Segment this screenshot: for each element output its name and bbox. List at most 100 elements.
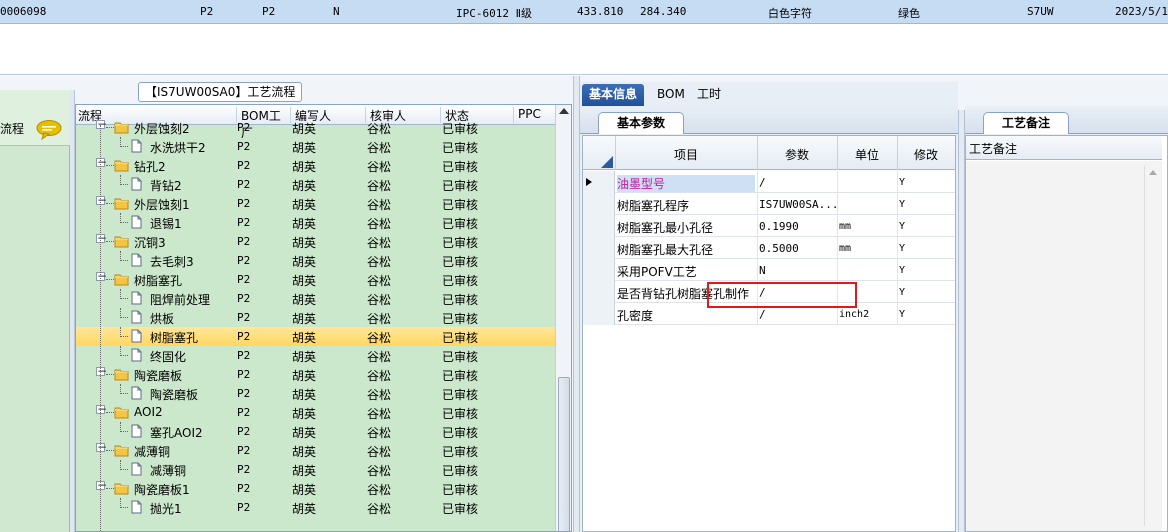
tree-cell-factory: P2 (237, 425, 251, 438)
tree-cell-status: 已审核 (442, 179, 479, 193)
tree-cell-writer: 胡英 (292, 483, 317, 497)
tree-row[interactable]: − 外层蚀刻2 P2 胡英 谷松 已审核 (76, 118, 556, 137)
tree-cell-factory: P2 (237, 254, 251, 267)
tree-row[interactable]: 终固化 P2 胡英 谷松 已审核 (76, 346, 556, 365)
param-value[interactable]: N (759, 264, 837, 277)
tree-row[interactable]: − 减薄铜 P2 胡英 谷松 已审核 (76, 441, 556, 460)
tree-node-label: 减薄铜 (134, 445, 171, 459)
middle-splitter[interactable] (573, 76, 580, 532)
process-flow-tree[interactable]: 流程 BOM工厂 编写人 核审人 状态 PPC − 外层蚀刻2 P2 胡英 谷松 已审核水… (75, 104, 572, 532)
tab-process-remarks[interactable]: 工艺备注 (983, 112, 1070, 134)
tree-row[interactable]: − AOI2 P2 胡英 谷松 已审核 (76, 403, 556, 422)
tab-basic-params[interactable]: 基本参数 (598, 112, 685, 134)
remarks-textarea[interactable] (966, 161, 1162, 531)
param-row[interactable]: 树脂塞孔最大孔径 0.5000 mm Y (583, 237, 955, 259)
tree-connector (106, 241, 114, 242)
tree-row[interactable]: − 陶瓷磨板1 P2 胡英 谷松 已审核 (76, 479, 556, 498)
tree-row[interactable]: 抛光1 P2 胡英 谷松 已审核 (76, 498, 556, 517)
header-item[interactable]: 项目 (615, 146, 757, 163)
row-indicator[interactable] (583, 215, 615, 237)
tree-row[interactable]: 去毛刺3 P2 胡英 谷松 已审核 (76, 251, 556, 270)
right-splitter[interactable] (958, 110, 965, 532)
param-value[interactable]: / (759, 176, 837, 189)
remarks-body: 工艺备注 (965, 135, 1168, 532)
param-modify-flag: Y (899, 243, 906, 254)
tree-row[interactable]: − 外层蚀刻1 P2 胡英 谷松 已审核 (76, 194, 556, 213)
tree-cell-reviewer: 谷松 (367, 464, 392, 478)
tree-cell-status: 已审核 (442, 464, 479, 478)
scroll-thumb[interactable] (558, 377, 570, 531)
tab-basic-info[interactable]: 基本信息 (582, 84, 645, 106)
corner-triangle-icon (601, 156, 613, 168)
tree-row[interactable]: 背钻2 P2 胡英 谷松 已审核 (76, 175, 556, 194)
cell-sep (757, 259, 758, 281)
tree-cell-writer: 胡英 (292, 293, 317, 307)
comment-icon[interactable] (36, 120, 62, 140)
row-indicator[interactable] (583, 259, 615, 281)
cell-sep (837, 193, 838, 215)
tree-cell-reviewer: 谷松 (367, 483, 392, 497)
tree-cell-writer: 胡英 (292, 331, 317, 345)
header-param[interactable]: 参数 (757, 146, 837, 163)
row-indicator[interactable] (583, 281, 615, 303)
cell-sep (897, 237, 898, 259)
tree-node-label: 陶瓷磨板1 (134, 483, 190, 497)
param-value[interactable]: / (759, 308, 837, 321)
tree-row[interactable]: 阻焊前处理 P2 胡英 谷松 已审核 (76, 289, 556, 308)
tree-vertical-scrollbar[interactable] (555, 105, 571, 531)
tree-row[interactable]: 退锡1 P2 胡英 谷松 已审核 (76, 213, 556, 232)
param-item-name: 树脂塞孔程序 (617, 199, 690, 213)
cell-width: 433.810 (577, 5, 624, 18)
cell-mask-color: 绿色 (898, 7, 920, 20)
cell-sep (837, 171, 838, 193)
tree-row[interactable]: 水洗烘干2 P2 胡英 谷松 已审核 (76, 137, 556, 156)
tree-cell-status: 已审核 (442, 483, 479, 497)
param-item-name: 树脂塞孔最大孔径 (617, 243, 714, 257)
tree-row[interactable]: − 钻孔2 P2 胡英 谷松 已审核 (76, 156, 556, 175)
params-grid[interactable]: 项目 参数 单位 修改 油墨型号 / Y 树脂塞孔程序 IS7UW00SA... Y 树脂塞… (582, 135, 956, 532)
param-value[interactable]: 0.1990 (759, 220, 837, 233)
param-row[interactable]: 树脂塞孔最小孔径 0.1990 mm Y (583, 215, 955, 237)
tree-cell-status: 已审核 (442, 122, 479, 136)
param-row[interactable]: 采用POFV工艺 N Y (583, 259, 955, 281)
tree-cell-writer: 胡英 (292, 426, 317, 440)
tree-row[interactable]: 塞孔AOI2 P2 胡英 谷松 已审核 (76, 422, 556, 441)
cell-sep (897, 303, 898, 325)
tree-row[interactable]: 陶瓷磨板 P2 胡英 谷松 已审核 (76, 384, 556, 403)
row-indicator[interactable] (583, 171, 615, 193)
tree-row[interactable]: − 陶瓷磨板 P2 胡英 谷松 已审核 (76, 365, 556, 384)
tree-row[interactable]: 树脂塞孔 P2 胡英 谷松 已审核 (76, 327, 556, 346)
folder-icon (114, 369, 129, 381)
param-row[interactable]: 树脂塞孔程序 IS7UW00SA... Y (583, 193, 955, 215)
cell-code: S7UW (1027, 5, 1054, 18)
row-indicator[interactable] (583, 193, 615, 215)
tree-row[interactable]: 减薄铜 P2 胡英 谷松 已审核 (76, 460, 556, 479)
remarks-vertical-scrollbar[interactable] (1144, 166, 1160, 526)
param-row[interactable]: 油墨型号 / Y (583, 171, 955, 193)
tree-cell-status: 已审核 (442, 198, 479, 212)
tree-node-label: 终固化 (150, 350, 187, 364)
folder-icon (114, 236, 129, 248)
tree-row[interactable]: 烘板 P2 胡英 谷松 已审核 (76, 308, 556, 327)
param-value[interactable]: IS7UW00SA... (759, 198, 837, 211)
tree-connector (120, 507, 128, 508)
tab-bom[interactable]: BOM (650, 84, 692, 106)
header-modify[interactable]: 修改 (897, 146, 955, 163)
param-modify-flag: Y (899, 265, 906, 276)
cell-sep (897, 281, 898, 303)
tree-row[interactable]: − 沉铜3 P2 胡英 谷松 已审核 (76, 232, 556, 251)
row-indicator[interactable] (583, 237, 615, 259)
tree-cell-status: 已审核 (442, 331, 479, 345)
tree-cell-writer: 胡英 (292, 217, 317, 231)
tree-cell-reviewer: 谷松 (367, 350, 392, 364)
tree-row[interactable]: − 树脂塞孔 P2 胡英 谷松 已审核 (76, 270, 556, 289)
header-unit[interactable]: 单位 (837, 146, 897, 163)
tree-cell-factory: P2 (237, 330, 251, 343)
tree-node-label: 树脂塞孔 (150, 331, 199, 345)
tab-work-hours[interactable]: 工时 (690, 84, 728, 106)
top-grid-selected-row[interactable]: 0006098 P2 P2 N IPC-6012 Ⅱ级 433.810 284.… (0, 0, 1168, 24)
scroll-up-arrow-icon[interactable] (559, 108, 569, 114)
scroll-up-arrow-icon[interactable] (1149, 170, 1157, 175)
row-indicator[interactable] (583, 303, 615, 325)
param-value[interactable]: 0.5000 (759, 242, 837, 255)
